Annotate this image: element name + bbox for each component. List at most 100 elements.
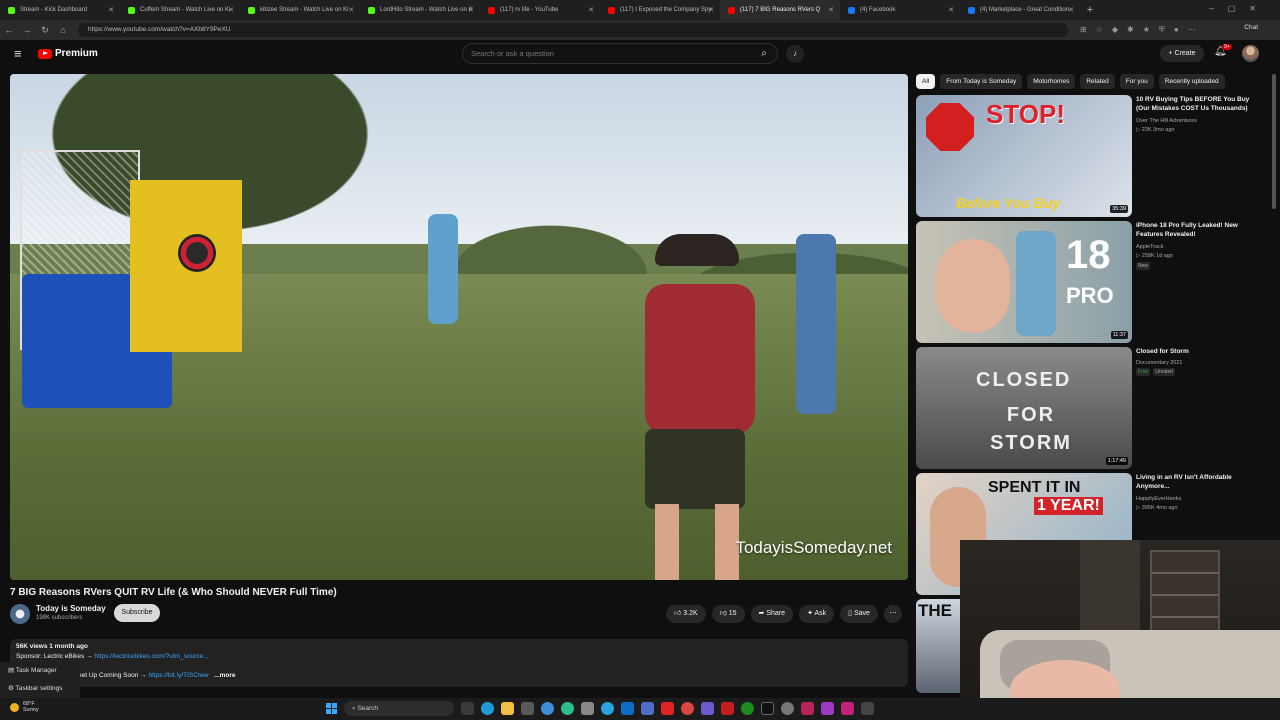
- browser-tab[interactable]: LordHito Stream - Watch Live on K ✕: [360, 0, 480, 20]
- recommendation-channel[interactable]: AppleTrack: [1136, 243, 1164, 251]
- task-manager-item[interactable]: ▤ Task Manager: [0, 662, 80, 680]
- windows-start-icon[interactable]: [326, 703, 337, 714]
- search-icon[interactable]: ⌕: [754, 44, 774, 63]
- like-button[interactable]: 👍︎ 3.2K: [666, 605, 706, 623]
- chrome-app-icon[interactable]: [681, 702, 694, 715]
- microphone-icon[interactable]: ♪: [786, 45, 804, 63]
- app-icon[interactable]: [841, 702, 854, 715]
- favorites-icon[interactable]: ★: [1143, 25, 1150, 35]
- reload-icon[interactable]: ↻: [36, 25, 54, 36]
- share-button[interactable]: ➦ Share: [750, 605, 794, 623]
- browser-tab[interactable]: (117) 7 BIG Reasons RVers Q ✕: [720, 0, 840, 20]
- chrome-icon[interactable]: [541, 702, 554, 715]
- app-icon[interactable]: [581, 702, 594, 715]
- filter-chip[interactable]: Recently uploaded: [1158, 74, 1225, 89]
- ask-button[interactable]: ✦ Ask: [799, 605, 835, 623]
- recommendation-title[interactable]: Living in an RV Isn't Affordable Anymore…: [1136, 473, 1260, 491]
- task-view-icon[interactable]: [461, 702, 474, 715]
- subscribe-button[interactable]: Subscribe: [114, 604, 160, 622]
- recommendation-thumbnail[interactable]: STOP! Before You Buy 35:39: [916, 95, 1132, 217]
- weather-widget[interactable]: 68°F Sunny: [10, 701, 39, 713]
- recommendation-thumbnail[interactable]: CLOSED FOR STORM 1:17:49: [916, 347, 1132, 469]
- browser-tab[interactable]: (117) rv life - YouTube ✕: [480, 0, 600, 20]
- filter-chip[interactable]: All: [916, 74, 936, 89]
- filter-chip[interactable]: For you: [1119, 74, 1154, 89]
- recommendation-item[interactable]: CLOSED FOR STORM 1:17:49 Closed for Stor…: [916, 347, 1276, 469]
- window-controls[interactable]: –▢✕: [1209, 4, 1270, 13]
- recommendation-title[interactable]: iPhone 18 Pro Fully Leaked! New Features…: [1136, 221, 1260, 239]
- tab-close-icon[interactable]: ✕: [228, 6, 234, 14]
- recommendation-title[interactable]: Closed for Storm: [1136, 347, 1260, 356]
- partial-thumbnail[interactable]: THE: [916, 599, 960, 693]
- more-link[interactable]: ...more: [214, 672, 235, 679]
- recommendation-channel[interactable]: HappilyEverHanks: [1136, 495, 1181, 503]
- save-button[interactable]: ▯ Save: [840, 605, 878, 623]
- browser-tab[interactable]: Cuffem Stream - Watch Live on Ki ✕: [120, 0, 240, 20]
- meetup-link[interactable]: https://bit.ly/TISCrew: [148, 672, 208, 679]
- tab-close-icon[interactable]: ✕: [588, 6, 594, 14]
- more-icon[interactable]: ⋯: [1188, 25, 1196, 35]
- account-avatar[interactable]: [1242, 45, 1259, 62]
- xbox-icon[interactable]: [741, 702, 754, 715]
- extension-icon[interactable]: ◆: [1112, 25, 1118, 35]
- filter-chip[interactable]: Motorhomes: [1027, 74, 1076, 89]
- forward-icon[interactable]: →: [18, 25, 36, 35]
- edge-browser-icon[interactable]: [561, 702, 574, 715]
- settings-app-icon[interactable]: [781, 702, 794, 715]
- tab-close-icon[interactable]: ✕: [108, 6, 114, 14]
- file-explorer-icon[interactable]: [501, 702, 514, 715]
- hamburger-menu-icon[interactable]: ≡: [14, 46, 22, 61]
- app-icon[interactable]: [821, 702, 834, 715]
- app-icon[interactable]: [801, 702, 814, 715]
- shield-icon[interactable]: ⛨: [1159, 25, 1165, 35]
- outlook-icon[interactable]: [621, 702, 634, 715]
- more-actions-icon[interactable]: ⋯: [883, 605, 902, 623]
- tab-close-icon[interactable]: ✕: [468, 6, 474, 14]
- dislike-button[interactable]: 👎︎ 15: [711, 605, 745, 623]
- photos-icon[interactable]: [641, 702, 654, 715]
- browser-tab[interactable]: kibzee Stream - Watch Live on Ki ✕: [240, 0, 360, 20]
- tab-close-icon[interactable]: ✕: [828, 6, 834, 14]
- channel-name[interactable]: Today is Someday: [36, 604, 106, 613]
- capcut-icon[interactable]: [761, 702, 774, 715]
- tab-close-icon[interactable]: ✕: [708, 6, 714, 14]
- star-icon[interactable]: ☆: [1096, 25, 1103, 35]
- tab-close-icon[interactable]: ✕: [948, 6, 954, 14]
- browser-tab[interactable]: (4) Facebook ✕: [840, 0, 960, 20]
- chat-button[interactable]: Chat: [1244, 24, 1258, 31]
- tab-close-icon[interactable]: ✕: [348, 6, 354, 14]
- taskbar-settings-item[interactable]: ⚙ Taskbar settings: [0, 680, 80, 698]
- store-icon[interactable]: [521, 702, 534, 715]
- recommendation-title[interactable]: 10 RV Buying Tips BEFORE You Buy (Our Mi…: [1136, 95, 1260, 113]
- browser-tab[interactable]: (4) Marketplace - Great Condition ✕: [960, 0, 1080, 20]
- browser-tab[interactable]: Stream - Kick Dashboard ✕: [0, 0, 120, 20]
- acrobat-icon[interactable]: [721, 702, 734, 715]
- recommendation-item[interactable]: 18 PRO 11:37 iPhone 18 Pro Fully Leaked!…: [916, 221, 1276, 343]
- filter-chip[interactable]: Related: [1080, 74, 1115, 89]
- app-icon[interactable]: [861, 702, 874, 715]
- home-icon[interactable]: ⌂: [54, 25, 72, 35]
- extension-icons[interactable]: ⊞ ☆ ◆ ✱ ★ ⛨ ● ⋯: [1080, 25, 1196, 35]
- recommendation-thumbnail[interactable]: 18 PRO 11:37: [916, 221, 1132, 343]
- app-icon[interactable]: [701, 702, 714, 715]
- channel-avatar[interactable]: [10, 604, 30, 624]
- sidebar-scrollbar[interactable]: [1272, 74, 1276, 209]
- telegram-icon[interactable]: [601, 702, 614, 715]
- description-box[interactable]: 56K views 1 month ago Sponsor: Lectric e…: [10, 639, 908, 687]
- youtube-app-icon[interactable]: [661, 702, 674, 715]
- install-icon[interactable]: ⊞: [1080, 25, 1087, 35]
- url-field[interactable]: https://www.youtube.com/watch?v=AXb8Y9Pe…: [78, 23, 1068, 37]
- create-button[interactable]: + Create: [1160, 45, 1204, 62]
- sponsor-link[interactable]: https://lectricebikes.com/?utm_source...: [94, 653, 208, 660]
- taskbar-search[interactable]: ⌕ Search: [344, 701, 454, 716]
- new-tab-icon[interactable]: +: [1080, 4, 1100, 16]
- tab-close-icon[interactable]: ✕: [1068, 6, 1074, 14]
- recommendation-item[interactable]: STOP! Before You Buy 35:39 10 RV Buying …: [916, 95, 1276, 217]
- puzzle-icon[interactable]: ✱: [1127, 25, 1134, 35]
- edge-icon[interactable]: [481, 702, 494, 715]
- video-player[interactable]: TodayisSomeday.net: [10, 74, 908, 580]
- youtube-logo[interactable]: Premium: [38, 48, 98, 59]
- browser-tab[interactable]: (117) I Exposed the Company Spy ✕: [600, 0, 720, 20]
- profile-icon[interactable]: ●: [1174, 25, 1179, 35]
- recommendation-channel[interactable]: Over The Hill Adventures: [1136, 117, 1197, 125]
